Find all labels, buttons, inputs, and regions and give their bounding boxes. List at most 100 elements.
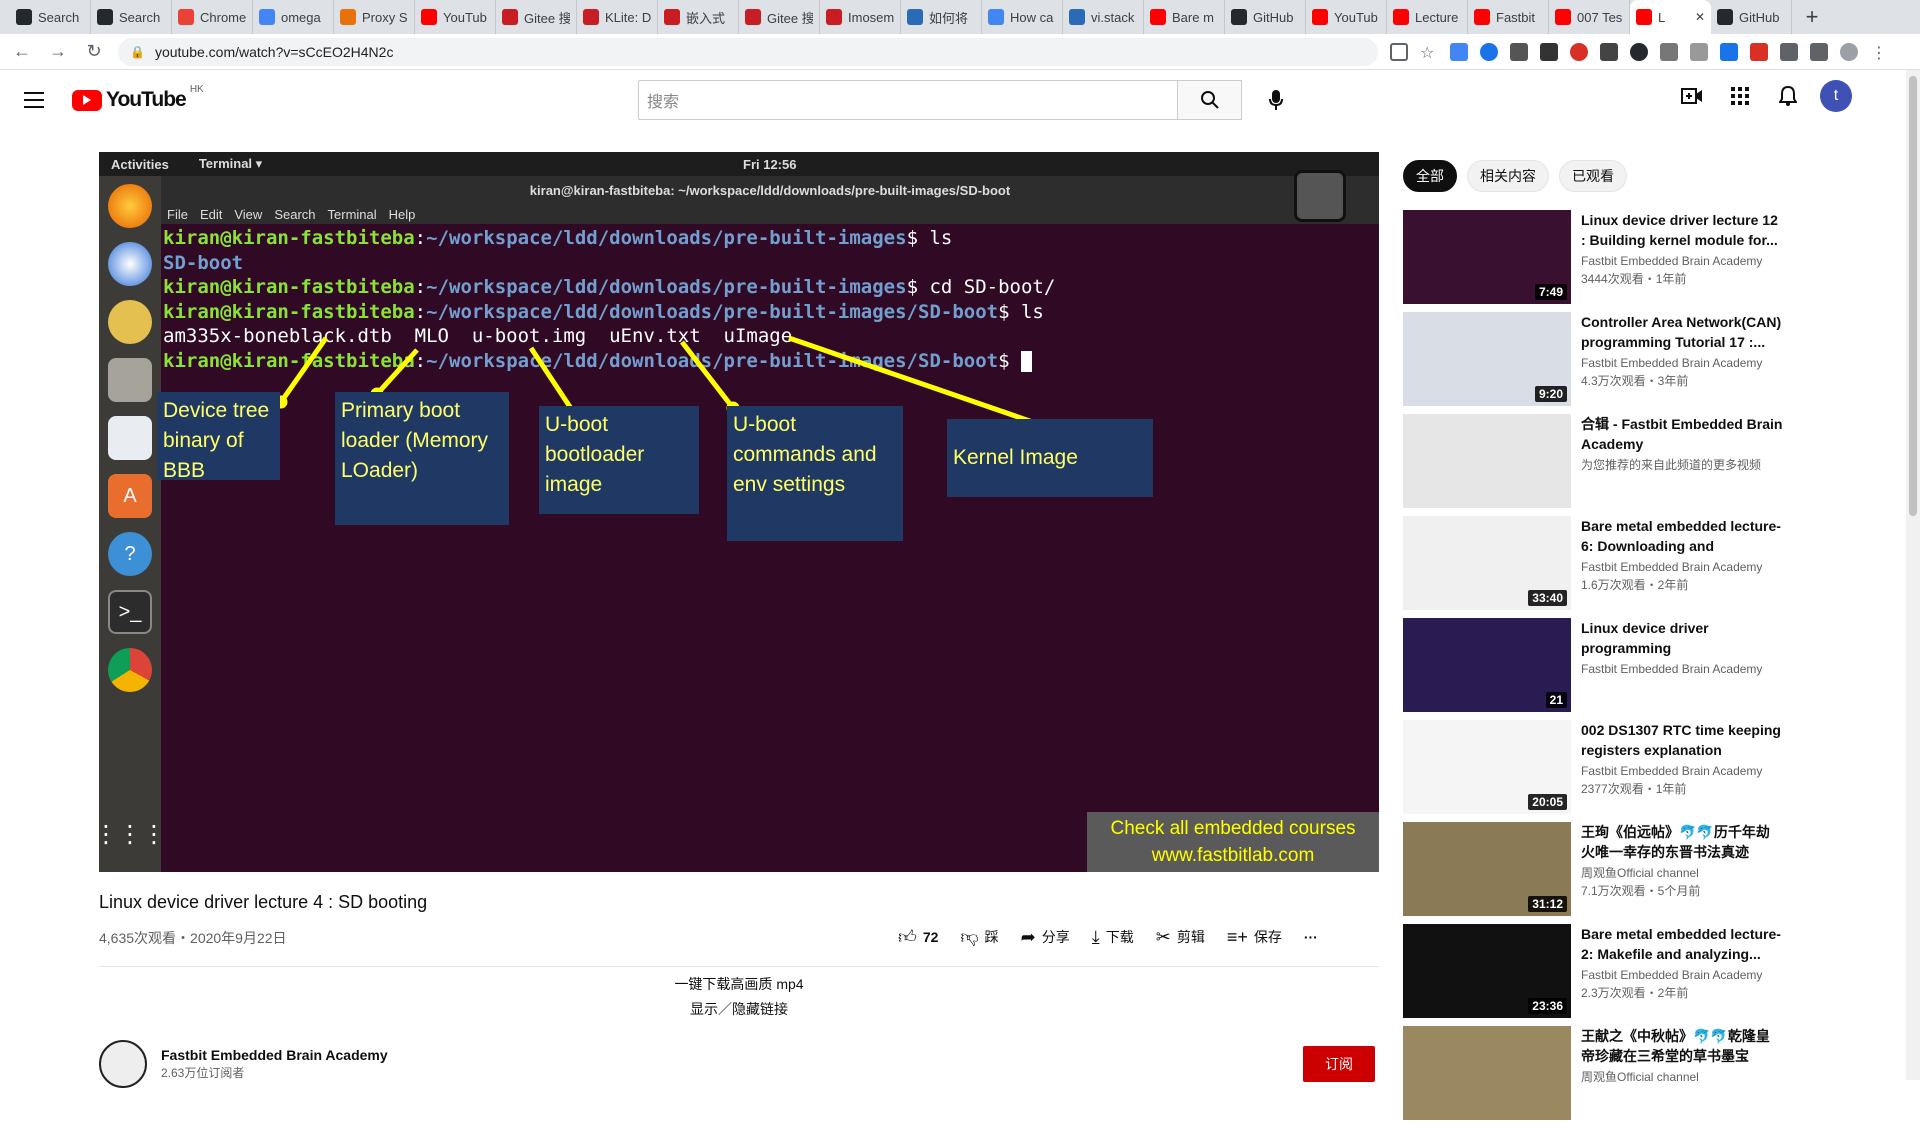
voice-search-button[interactable] — [1256, 80, 1296, 120]
address-bar[interactable]: 🔒 youtube.com/watch?v=sCcEO2H4N2c — [118, 37, 1378, 66]
video-thumbnail[interactable]: 7:49 — [1403, 210, 1571, 304]
notifications-bell-icon[interactable] — [1772, 80, 1804, 112]
browser-tab[interactable]: vi.stack — [1063, 0, 1144, 34]
github-icon[interactable] — [1630, 42, 1648, 61]
browser-tab[interactable]: GitHub — [1711, 0, 1792, 34]
browser-tab[interactable]: Imosem — [820, 0, 901, 34]
download-button[interactable]: ⤓ 下载 — [1092, 927, 1134, 948]
video-thumbnail[interactable]: 21 — [1403, 618, 1571, 712]
browser-tab[interactable]: Search — [91, 0, 172, 34]
apps-grid-icon[interactable] — [1724, 80, 1756, 112]
page-scrollbar[interactable] — [1906, 70, 1920, 1080]
browser-tab[interactable]: YouTub — [1306, 0, 1387, 34]
rec-title[interactable]: Linux device driver programming — [1581, 618, 1783, 658]
video-thumbnail[interactable]: 33:40 — [1403, 516, 1571, 610]
recommended-video[interactable]: 21 Linux device driver programming Fastbit… — [1403, 618, 1783, 720]
browser-tab[interactable]: YouTub — [415, 0, 496, 34]
youtube-logo[interactable]: YouTube HK — [72, 84, 204, 112]
browser-tab[interactable]: Fastbit — [1468, 0, 1549, 34]
rec-title[interactable]: Controller Area Network(CAN) programming… — [1581, 312, 1783, 352]
reload-icon[interactable]: ↻ — [80, 38, 108, 66]
recommended-video[interactable]: 23:36 Bare metal embedded lecture-2: Make… — [1403, 924, 1783, 1026]
channel-name[interactable]: Fastbit Embedded Brain Academy — [161, 1046, 388, 1064]
extension-icon[interactable] — [1690, 42, 1708, 61]
recommended-video[interactable]: 王献之《中秋帖》🐬🐬乾隆皇帝珍藏在三希堂的草书墨宝 周观鱼Official cha… — [1403, 1026, 1783, 1128]
rec-title[interactable]: 002 DS1307 RTC time keeping registers ex… — [1581, 720, 1783, 760]
menu-dots-icon[interactable]: ⋮ — [1870, 43, 1888, 62]
rec-title[interactable]: Bare metal embedded lecture-6: Downloadi… — [1581, 516, 1783, 556]
browser-tab[interactable]: Search — [10, 0, 91, 34]
profile-icon[interactable] — [1840, 42, 1858, 61]
browser-tab[interactable]: How ca — [982, 0, 1063, 34]
browser-tab[interactable]: GitHub — [1225, 0, 1306, 34]
browser-tab[interactable]: L ✕ — [1630, 0, 1711, 34]
filter-chip[interactable]: 已观看 — [1559, 160, 1627, 192]
extension-icon[interactable] — [1660, 42, 1678, 61]
download-mp4-link[interactable]: 一键下载高画质 mp4 — [99, 974, 1379, 994]
video-thumbnail[interactable]: 20:05 — [1403, 720, 1571, 814]
like-button[interactable]: 👍︎ 72 — [898, 926, 938, 948]
browser-tab[interactable]: KLite: D — [577, 0, 658, 34]
rec-title[interactable]: 王珣《伯远帖》🐬🐬历千年劫火唯一幸存的东晋书法真迹 — [1581, 822, 1783, 862]
filter-chip[interactable]: 相关内容 — [1467, 160, 1549, 192]
rec-title[interactable]: Bare metal embedded lecture-2: Makefile … — [1581, 924, 1783, 964]
video-thumbnail[interactable]: 23:36 — [1403, 924, 1571, 1018]
account-avatar[interactable]: t — [1820, 80, 1852, 112]
browser-tab[interactable]: omega — [253, 0, 334, 34]
extension-icon[interactable] — [1540, 42, 1558, 61]
clip-button[interactable]: ✂ 剪辑 — [1156, 927, 1205, 948]
video-thumbnail[interactable] — [1403, 414, 1571, 508]
bookmark-star-icon[interactable]: ☆ — [1420, 43, 1438, 62]
toggle-links-link[interactable]: 显示／隐藏链接 — [99, 999, 1379, 1019]
dislike-button[interactable]: 👎︎ 踩 — [960, 926, 998, 948]
rec-title[interactable]: 合辑 - Fastbit Embedded Brain Academy — [1581, 414, 1783, 454]
forward-icon[interactable]: → — [44, 38, 72, 66]
rec-channel: 为您推荐的来自此频道的更多视频 — [1581, 458, 1762, 472]
reading-list-icon[interactable] — [1810, 42, 1828, 61]
browser-tab[interactable]: Proxy S — [334, 0, 415, 34]
rec-title[interactable]: 王献之《中秋帖》🐬🐬乾隆皇帝珍藏在三希堂的草书墨宝 — [1581, 1026, 1783, 1066]
search-input[interactable]: 搜索 — [638, 80, 1178, 120]
video-thumbnail[interactable]: 9:20 — [1403, 312, 1571, 406]
browser-tab[interactable]: Gitee 搜 — [739, 0, 820, 34]
extension-icon[interactable] — [1510, 42, 1528, 61]
recommended-video[interactable]: 7:49 Linux device driver lecture 12 : Bui… — [1403, 210, 1783, 312]
video-thumbnail[interactable]: 31:12 — [1403, 822, 1571, 916]
search-button[interactable] — [1178, 80, 1242, 120]
extension-icon[interactable] — [1480, 42, 1498, 61]
tab-close-icon[interactable]: ✕ — [1695, 10, 1705, 24]
extension-icon[interactable] — [1600, 42, 1618, 61]
recommended-video[interactable]: 31:12 王珣《伯远帖》🐬🐬历千年劫火唯一幸存的东晋书法真迹 周观鱼Officia… — [1403, 822, 1783, 924]
video-player[interactable]: Activities Terminal ▾ Fri 12:56 A ? >_ ⋮… — [99, 152, 1379, 872]
channel-avatar[interactable] — [99, 1040, 147, 1088]
recommended-video[interactable]: 20:05 002 DS1307 RTC time keeping registe… — [1403, 720, 1783, 822]
recommended-video[interactable]: 9:20 Controller Area Network(CAN) program… — [1403, 312, 1783, 414]
new-tab-button[interactable]: + — [1798, 3, 1826, 31]
recommended-video[interactable]: 合辑 - Fastbit Embedded Brain Academy 为您推荐的… — [1403, 414, 1783, 516]
browser-tab[interactable]: Chrome — [172, 0, 253, 34]
filter-chip[interactable]: 全部 — [1403, 160, 1457, 192]
browser-tab[interactable]: 如何将 — [901, 0, 982, 34]
video-thumbnail[interactable] — [1403, 1026, 1571, 1120]
browser-tab[interactable]: Lecture — [1387, 0, 1468, 34]
hamburger-menu-icon[interactable] — [22, 88, 46, 112]
browser-tab[interactable]: Bare m — [1144, 0, 1225, 34]
puzzle-icon[interactable] — [1780, 42, 1798, 61]
extension-icon[interactable] — [1750, 42, 1768, 61]
save-button[interactable]: ≡+ 保存 — [1227, 927, 1282, 948]
browser-tab[interactable]: 嵌入式 — [658, 0, 739, 34]
subscribe-button[interactable]: 订阅 — [1303, 1046, 1375, 1082]
rec-title[interactable]: Linux device driver lecture 12 : Buildin… — [1581, 210, 1783, 250]
back-icon[interactable]: ← — [8, 38, 36, 66]
install-icon[interactable] — [1390, 42, 1408, 61]
create-video-icon[interactable] — [1676, 80, 1708, 112]
browser-tab[interactable]: Gitee 搜 — [496, 0, 577, 34]
browser-tab[interactable]: 007 Tes — [1549, 0, 1630, 34]
extension-icon[interactable] — [1720, 42, 1738, 61]
scrollbar-thumb[interactable] — [1909, 76, 1917, 516]
more-actions-button[interactable]: ··· — [1304, 929, 1318, 945]
share-button[interactable]: ➦ 分享 — [1021, 927, 1070, 948]
extension-icon[interactable] — [1450, 42, 1468, 61]
extension-icon[interactable] — [1570, 42, 1588, 61]
recommended-video[interactable]: 33:40 Bare metal embedded lecture-6: Down… — [1403, 516, 1783, 618]
